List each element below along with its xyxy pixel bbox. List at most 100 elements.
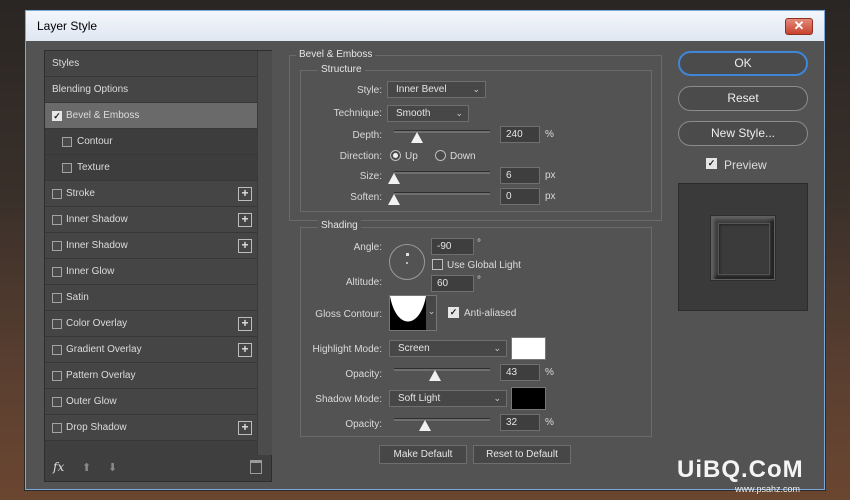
preview-label: Preview	[724, 158, 767, 172]
ok-button[interactable]: OK	[678, 51, 808, 76]
use-global-light-checkbox[interactable]	[432, 259, 443, 270]
style-item[interactable]: Stroke +	[45, 181, 257, 207]
shadow-mode-value: Soft Light	[398, 393, 441, 404]
style-item-label: Texture	[77, 162, 110, 173]
technique-dropdown[interactable]: Smooth ⌄	[387, 105, 469, 122]
style-checkbox[interactable]	[52, 241, 62, 251]
style-item[interactable]: Satin	[45, 285, 257, 311]
anti-aliased-checkbox[interactable]: ✓	[448, 307, 459, 318]
style-item[interactable]: Blending Options	[45, 77, 257, 103]
new-style-button[interactable]: New Style...	[678, 121, 808, 146]
angle-dial[interactable]	[389, 244, 425, 280]
shadow-color-swatch[interactable]	[511, 387, 546, 410]
reset-button[interactable]: Reset	[678, 86, 808, 111]
style-checkbox[interactable]	[52, 345, 62, 355]
close-button[interactable]: ✕	[785, 18, 813, 35]
size-slider-thumb[interactable]	[388, 173, 400, 184]
style-checkbox[interactable]	[52, 267, 62, 277]
style-item[interactable]: Color Overlay +	[45, 311, 257, 337]
angle-dial-center	[406, 262, 408, 264]
shadow-opacity-slider-thumb[interactable]	[418, 420, 431, 431]
style-item-label: Color Overlay	[66, 318, 128, 329]
shadow-opacity-unit: %	[545, 417, 554, 428]
style-checkbox[interactable]	[52, 423, 62, 433]
style-checkbox[interactable]	[52, 215, 62, 225]
style-item[interactable]: Inner Shadow +	[45, 207, 257, 233]
preview-checkbox[interactable]: ✓	[706, 158, 717, 169]
fx-menu-button[interactable]: fx	[53, 460, 64, 474]
direction-down-radio[interactable]	[435, 150, 446, 161]
style-item[interactable]: Drop Shadow +	[45, 415, 257, 441]
make-default-button[interactable]: Make Default	[379, 445, 467, 464]
highlight-opacity-slider-thumb[interactable]	[429, 370, 442, 381]
style-item-label: Inner Glow	[66, 266, 115, 277]
style-checkbox[interactable]	[52, 319, 62, 329]
style-item-label: Contour	[77, 136, 113, 147]
shadow-opacity-input[interactable]: 32	[500, 414, 540, 431]
shadow-opacity-slider-track[interactable]	[394, 418, 490, 421]
soften-input[interactable]: 0	[500, 188, 540, 205]
style-item-label: Pattern Overlay	[66, 370, 136, 381]
depth-slider-track[interactable]	[394, 130, 490, 133]
style-item[interactable]: Texture	[45, 155, 257, 181]
add-style-instance-icon[interactable]: +	[238, 317, 252, 331]
chevron-down-icon[interactable]: ⌄	[426, 296, 436, 330]
move-down-icon[interactable]: ⬇	[108, 461, 117, 474]
altitude-input[interactable]: 60	[431, 275, 474, 292]
style-checkbox[interactable]	[52, 293, 62, 303]
styles-list-panel: Styles Blending Options ✓ Bevel & Emboss Con…	[44, 50, 272, 482]
soften-slider-thumb[interactable]	[388, 194, 400, 205]
shadow-mode-dropdown[interactable]: Soft Light ⌄	[389, 390, 507, 407]
style-item[interactable]: ✓ Bevel & Emboss	[45, 103, 257, 129]
style-dropdown[interactable]: Inner Bevel ⌄	[387, 81, 486, 98]
angle-input[interactable]: -90	[431, 238, 474, 255]
size-input[interactable]: 6	[500, 167, 540, 184]
style-checkbox[interactable]	[52, 371, 62, 381]
highlight-mode-value: Screen	[398, 343, 430, 354]
style-item[interactable]: Gradient Overlay +	[45, 337, 257, 363]
style-checkbox[interactable]	[52, 397, 62, 407]
trash-icon[interactable]	[250, 460, 262, 474]
reset-to-default-button[interactable]: Reset to Default	[473, 445, 571, 464]
style-checkbox[interactable]	[62, 163, 72, 173]
style-checkbox[interactable]	[62, 137, 72, 147]
highlight-opacity-unit: %	[545, 367, 554, 378]
direction-up-label: Up	[405, 151, 418, 162]
soften-label: Soften:	[350, 192, 382, 203]
style-item[interactable]: Styles	[45, 51, 257, 77]
highlight-opacity-input[interactable]: 43	[500, 364, 540, 381]
shadow-mode-label: Shadow Mode:	[315, 394, 382, 405]
style-preview-thumbnail	[678, 183, 808, 311]
highlight-color-swatch[interactable]	[511, 337, 546, 360]
style-item[interactable]: Outer Glow	[45, 389, 257, 415]
soften-slider-track[interactable]	[394, 192, 490, 195]
highlight-mode-dropdown[interactable]: Screen ⌄	[389, 340, 507, 357]
chevron-down-icon: ⌄	[472, 84, 480, 94]
size-slider-track[interactable]	[394, 171, 490, 174]
style-item-label: Outer Glow	[66, 396, 117, 407]
style-item[interactable]: Pattern Overlay	[45, 363, 257, 389]
add-style-instance-icon[interactable]: +	[238, 239, 252, 253]
add-style-instance-icon[interactable]: +	[238, 343, 252, 357]
style-item[interactable]: Inner Shadow +	[45, 233, 257, 259]
add-style-instance-icon[interactable]: +	[238, 421, 252, 435]
depth-unit: %	[545, 129, 554, 140]
gloss-contour-picker[interactable]: ⌄	[389, 295, 437, 331]
highlight-mode-label: Highlight Mode:	[312, 344, 382, 355]
style-checkbox[interactable]	[52, 189, 62, 199]
styles-list-scrollbar[interactable]	[257, 51, 272, 455]
style-item-label: Styles	[52, 58, 80, 69]
style-item[interactable]: Contour	[45, 129, 257, 155]
style-item-label: Gradient Overlay	[66, 344, 142, 355]
style-item[interactable]: Inner Glow	[45, 259, 257, 285]
add-style-instance-icon[interactable]: +	[238, 187, 252, 201]
highlight-opacity-slider-track[interactable]	[394, 368, 490, 371]
use-global-light-label: Use Global Light	[447, 260, 521, 271]
add-style-instance-icon[interactable]: +	[238, 213, 252, 227]
direction-up-radio[interactable]	[390, 150, 401, 161]
move-up-icon[interactable]: ⬆	[82, 461, 91, 474]
style-item-label: Drop Shadow	[66, 422, 127, 433]
depth-input[interactable]: 240	[500, 126, 540, 143]
style-checkbox[interactable]: ✓	[52, 111, 62, 121]
depth-slider-thumb[interactable]	[411, 132, 424, 143]
